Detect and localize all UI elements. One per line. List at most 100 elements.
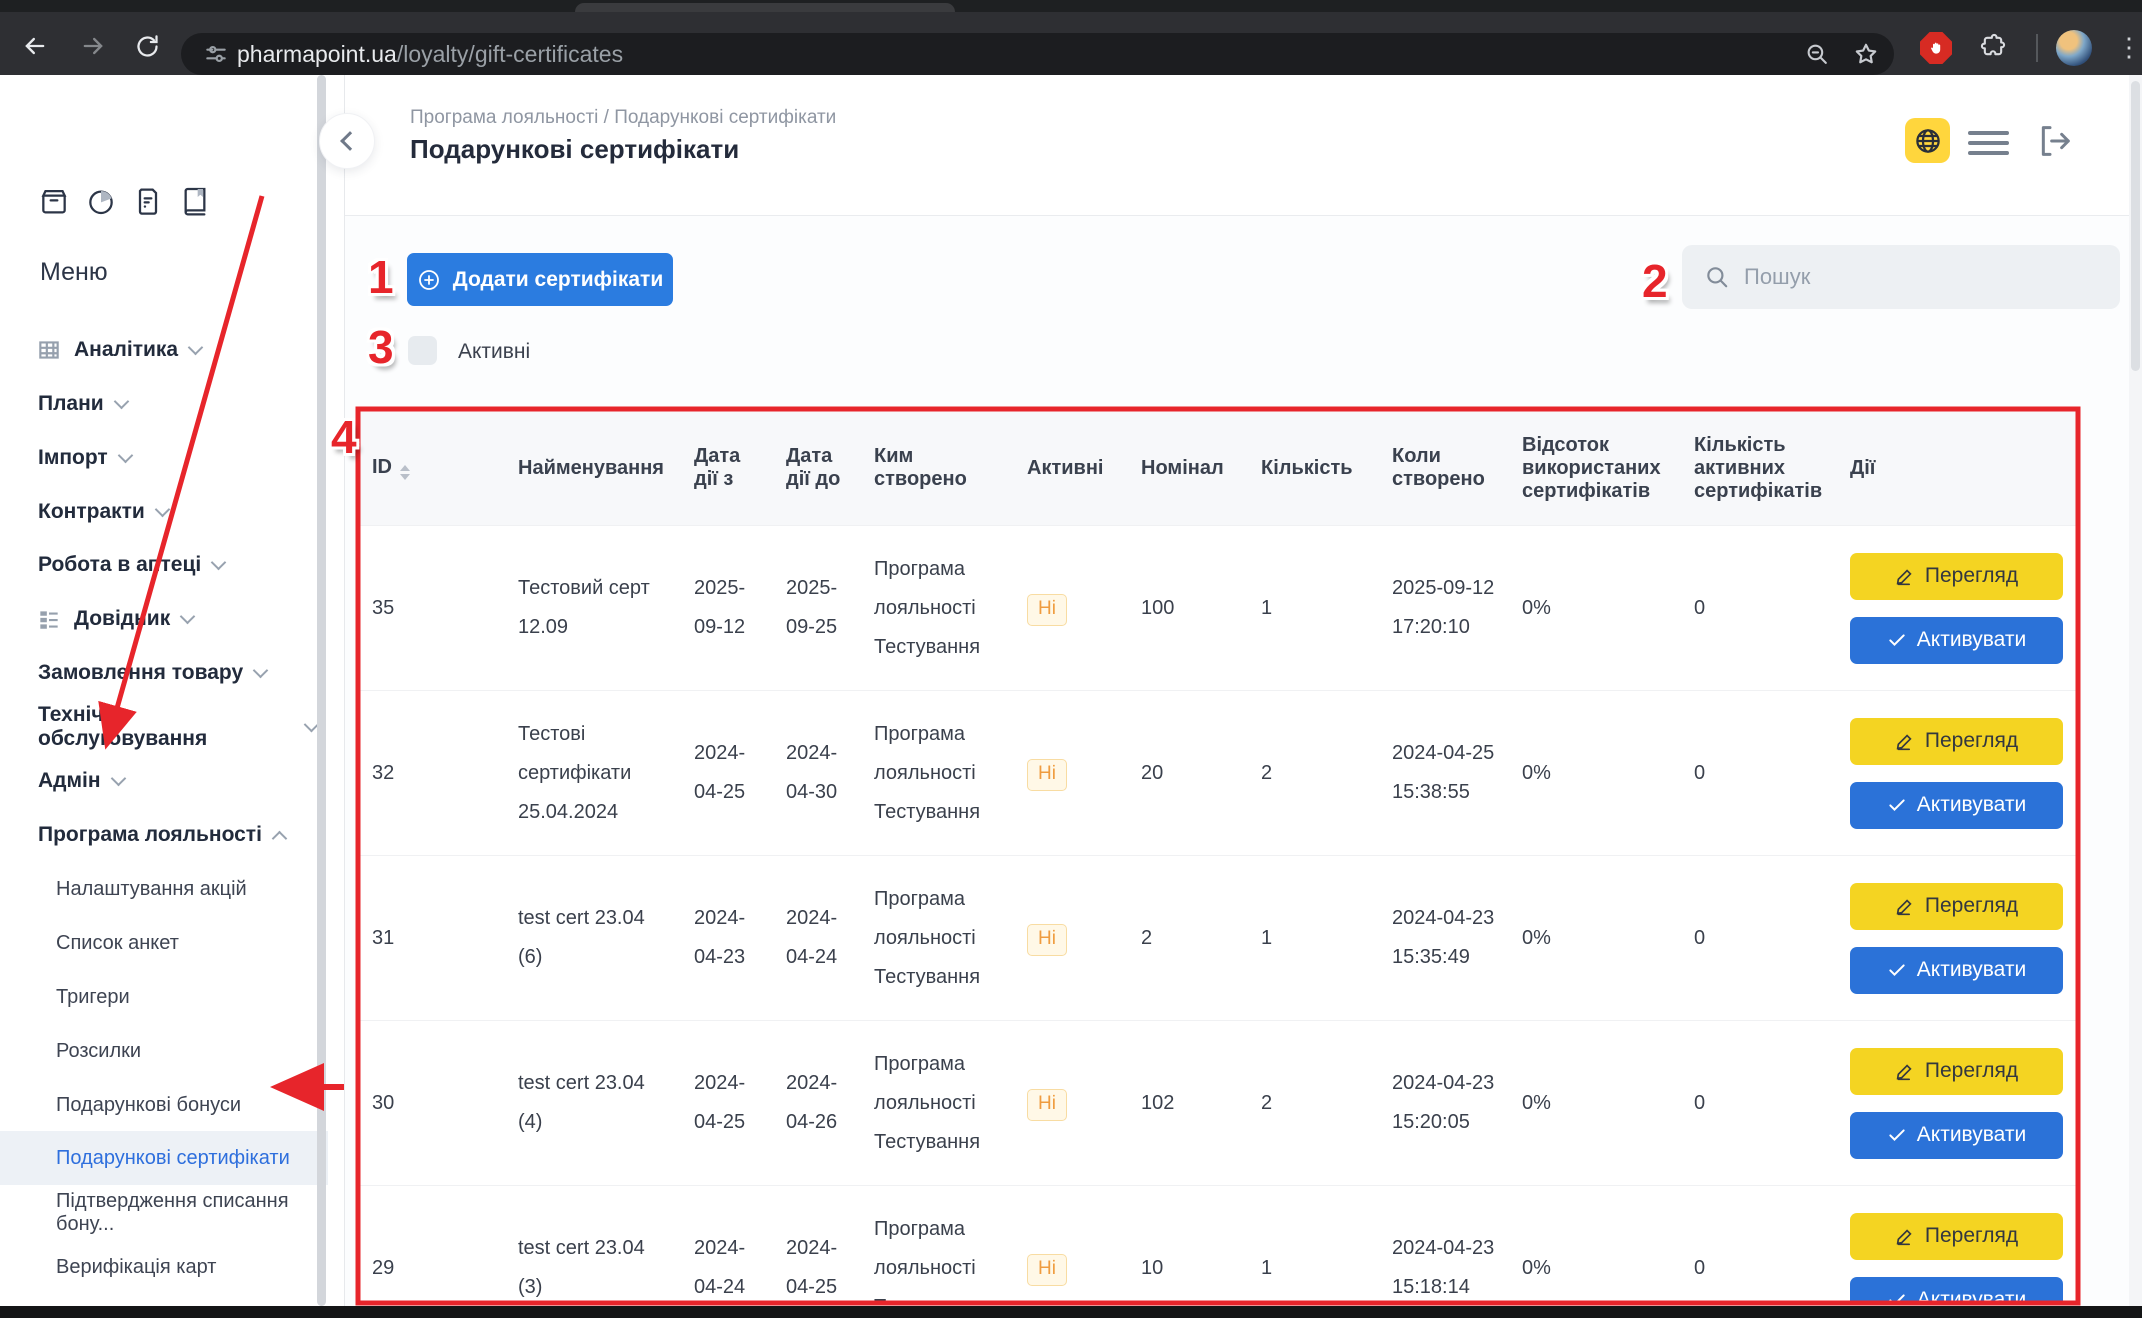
sidebar-collapse-button[interactable] — [319, 113, 375, 169]
sort-icon[interactable] — [400, 465, 410, 480]
sidebar-subitem-bonus-writeoff-confirm[interactable]: Підтвердження списання бону... — [0, 1186, 328, 1240]
url-text[interactable]: pharmapoint.ua/loyalty/gift-certificates — [237, 41, 623, 68]
cell-active: Ні — [1015, 691, 1129, 856]
adblock-extension-icon[interactable] — [1920, 32, 1952, 64]
add-certificates-button[interactable]: Додати сертифікати — [407, 253, 673, 306]
activate-button[interactable]: Активувати — [1850, 782, 2063, 829]
sidebar-item-analytics[interactable]: Аналітика — [0, 325, 317, 375]
url-bar[interactable]: pharmapoint.ua/loyalty/gift-certificates — [181, 33, 1894, 75]
cell-date-from: 2025-09-12 — [682, 526, 774, 691]
view-button[interactable]: Перегляд — [1850, 1213, 2063, 1260]
cell-created-by: Програма лояльності Тестування — [862, 856, 1015, 1021]
breadcrumb[interactable]: Програма лояльності / Подарункові сертиф… — [410, 107, 836, 129]
language-globe-button[interactable] — [1905, 118, 1950, 163]
sidebar-subitem-mailings[interactable]: Розсилки — [0, 1024, 328, 1078]
cell-created-at: 2025-09-12 17:20:10 — [1380, 526, 1510, 691]
book-icon[interactable] — [179, 185, 211, 222]
cell-quantity: 1 — [1249, 856, 1380, 1021]
column-header-used-pct: Відсоток використаних сертифікатів — [1510, 411, 1682, 526]
column-header-created-at: Коли створено — [1380, 411, 1510, 526]
forward-icon[interactable] — [78, 31, 108, 61]
cell-created-by: Програма лояльності Тестування — [862, 1186, 1015, 1302]
cell-name: test cert 23.04 (6) — [506, 856, 682, 1021]
chevron-down-icon — [117, 447, 133, 463]
bottom-edge — [0, 1306, 2142, 1318]
browser-menu-icon[interactable]: ⋮ — [2116, 30, 2126, 64]
list-icon — [36, 606, 62, 632]
sidebar-scrollbar[interactable] — [317, 75, 326, 1306]
sidebar-item-maintenance[interactable]: Технічне обслуговування — [0, 702, 317, 752]
profile-avatar[interactable] — [2056, 30, 2092, 66]
document-icon[interactable] — [132, 185, 164, 222]
cell-created-by: Програма лояльності Тестування — [862, 526, 1015, 691]
screen: pharmapoint.ua/loyalty/gift-certificates… — [0, 0, 2142, 1318]
pencil-icon — [1895, 896, 1915, 916]
sidebar-subitem-promo-settings[interactable]: Налаштування акцій — [0, 862, 328, 916]
cell-used-pct: 0% — [1510, 526, 1682, 691]
check-icon — [1887, 1290, 1907, 1301]
table-row: 32 Тестові сертифікати 25.04.2024 2024-0… — [360, 691, 2076, 856]
cell-quantity: 1 — [1249, 526, 1380, 691]
cell-date-from: 2024-04-25 — [682, 691, 774, 856]
site-settings-icon[interactable] — [203, 41, 229, 72]
cell-date-to: 2025-09-25 — [774, 526, 862, 691]
activate-button[interactable]: Активувати — [1850, 617, 2063, 664]
status-badge: Ні — [1027, 1089, 1067, 1122]
cell-quantity: 2 — [1249, 1021, 1380, 1186]
hamburger-menu-icon[interactable] — [1968, 131, 2009, 161]
sidebar-item-loyalty-program[interactable]: Програма лояльності — [0, 810, 317, 860]
cell-id: 31 — [360, 856, 506, 1021]
sidebar-item-plans[interactable]: Плани — [0, 379, 317, 429]
sidebar-item-contracts[interactable]: Контракти — [0, 487, 317, 537]
browser-tab[interactable] — [575, 3, 955, 12]
view-button[interactable]: Перегляд — [1850, 553, 2063, 600]
cell-nominal: 100 — [1129, 526, 1249, 691]
column-header-quantity: Кількість — [1249, 411, 1380, 526]
sidebar-subitem-gift-bonuses[interactable]: Подарункові бонуси — [0, 1078, 328, 1132]
bookmark-star-icon[interactable] — [1853, 41, 1879, 72]
url-host: pharmapoint.ua — [237, 41, 397, 67]
cell-nominal: 102 — [1129, 1021, 1249, 1186]
chevron-down-icon — [113, 393, 129, 409]
sidebar-item-goods-orders[interactable]: Замовлення товару — [0, 648, 317, 698]
extensions-puzzle-icon[interactable] — [1978, 31, 2008, 61]
sidebar-item-import[interactable]: Імпорт — [0, 433, 317, 483]
pie-chart-icon[interactable] — [85, 185, 117, 222]
view-button[interactable]: Перегляд — [1850, 1048, 2063, 1095]
archive-box-icon[interactable] — [38, 185, 70, 222]
logout-icon[interactable] — [2035, 121, 2075, 161]
column-header-actions: Дії — [1838, 411, 2076, 526]
reload-icon[interactable] — [132, 31, 162, 61]
sidebar-subitem-questionnaires[interactable]: Список анкет — [0, 916, 328, 970]
view-button[interactable]: Перегляд — [1850, 883, 2063, 930]
cell-date-from: 2024-04-25 — [682, 1021, 774, 1186]
sidebar-item-pharmacy-work[interactable]: Робота в аптеці — [0, 540, 317, 590]
table-row: 30 test cert 23.04 (4) 2024-04-25 2024-0… — [360, 1021, 2076, 1186]
sidebar-item-admin[interactable]: Адмін — [0, 756, 317, 806]
search-box[interactable] — [1682, 245, 2120, 309]
url-path: /loyalty/gift-certificates — [397, 41, 623, 67]
column-header-nominal: Номінал — [1129, 411, 1249, 526]
sidebar-item-directory[interactable]: Довідник — [0, 594, 317, 644]
window-scrollbar[interactable] — [2129, 75, 2142, 1306]
certificates-table: ID Найменування Дата дії з Дата дії до К… — [360, 411, 2076, 1301]
activate-button[interactable]: Активувати — [1850, 947, 2063, 994]
column-header-active-count: Кількість активних сертифікатів — [1682, 411, 1838, 526]
back-icon[interactable] — [20, 31, 50, 61]
active-filter-checkbox[interactable] — [408, 336, 437, 365]
view-button[interactable]: Перегляд — [1850, 718, 2063, 765]
sidebar-subitem-triggers[interactable]: Тригери — [0, 970, 328, 1024]
search-input[interactable] — [1742, 263, 2076, 291]
check-icon — [1887, 1125, 1907, 1145]
pencil-icon — [1895, 566, 1915, 586]
zoom-out-page-icon[interactable] — [1805, 42, 1830, 72]
cell-id: 32 — [360, 691, 506, 856]
cell-name: test cert 23.04 (4) — [506, 1021, 682, 1186]
cell-quantity: 1 — [1249, 1186, 1380, 1302]
activate-button[interactable]: Активувати — [1850, 1112, 2063, 1159]
sidebar-subitem-card-verification[interactable]: Верифікація карт — [0, 1240, 328, 1294]
scrollbar-thumb[interactable] — [2131, 81, 2140, 371]
column-header-id[interactable]: ID — [360, 411, 506, 526]
sidebar-subitem-gift-certificates[interactable]: Подарункові сертифікати — [0, 1131, 328, 1185]
activate-button[interactable]: Активувати — [1850, 1277, 2063, 1302]
